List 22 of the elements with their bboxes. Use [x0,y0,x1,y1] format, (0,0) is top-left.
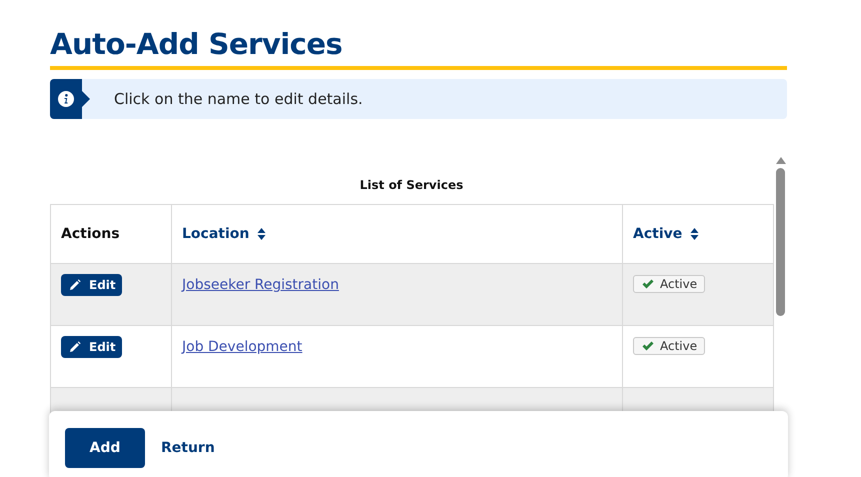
column-header[interactable]: Active [633,226,700,242]
edit-button[interactable]: Edit [61,274,122,296]
return-link[interactable]: Return [161,428,215,468]
pencil-icon [69,279,81,291]
info-text: Click on the name to edit details. [114,90,363,108]
active-badge: Active [633,337,706,355]
scroll-up-icon[interactable] [776,157,786,164]
check-icon [642,341,654,351]
edit-button[interactable]: Edit [61,336,122,358]
table-caption: List of Services [360,178,464,192]
active-badge: Active [633,275,706,293]
page-title: Auto-Add Services [50,26,344,63]
sort-icon [690,228,700,240]
sort-icon [257,228,266,240]
column-header[interactable]: Location [182,226,266,242]
info-icon [58,91,74,107]
pencil-icon [69,341,81,353]
location-link[interactable]: Jobseeker Registration [182,277,339,293]
add-button[interactable]: Add [65,428,145,468]
location-link[interactable]: Job Development [182,339,302,355]
column-header: Actions [61,226,120,242]
check-icon [642,279,654,289]
